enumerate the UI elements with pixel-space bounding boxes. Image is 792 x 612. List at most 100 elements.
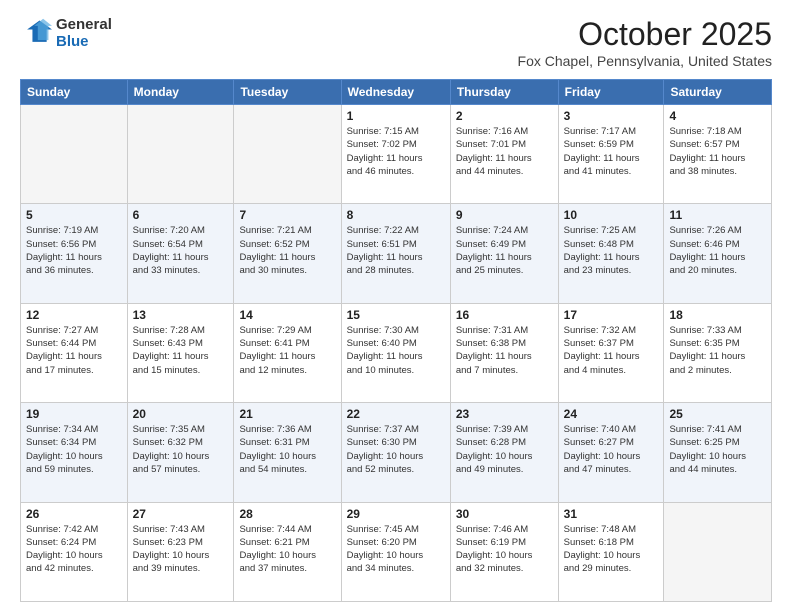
day-number: 13 <box>133 308 229 322</box>
day-info: Sunrise: 7:31 AM Sunset: 6:38 PM Dayligh… <box>456 324 553 377</box>
col-thursday: Thursday <box>450 80 558 105</box>
day-info: Sunrise: 7:46 AM Sunset: 6:19 PM Dayligh… <box>456 523 553 576</box>
calendar-week-row: 19 Sunrise: 7:34 AM Sunset: 6:34 PM Dayli… <box>21 403 772 502</box>
col-friday: Friday <box>558 80 664 105</box>
day-number: 8 <box>347 208 445 222</box>
table-row: 24 Sunrise: 7:40 AM Sunset: 6:27 PM Dayli… <box>558 403 664 502</box>
col-sunday: Sunday <box>21 80 128 105</box>
day-info: Sunrise: 7:15 AM Sunset: 7:02 PM Dayligh… <box>347 125 445 178</box>
table-row: 7Sunrise: 7:21 AM Sunset: 6:52 PM Daylig… <box>234 204 341 303</box>
table-row: 1Sunrise: 7:15 AM Sunset: 7:02 PM Daylig… <box>341 105 450 204</box>
calendar-week-row: 5 Sunrise: 7:19 AM Sunset: 6:56 PM Daylig… <box>21 204 772 303</box>
day-number: 10 <box>564 208 659 222</box>
table-row: 31 Sunrise: 7:48 AM Sunset: 6:18 PM Dayli… <box>558 502 664 601</box>
table-row: 21 Sunrise: 7:36 AM Sunset: 6:31 PM Dayli… <box>234 403 341 502</box>
table-row: 30 Sunrise: 7:46 AM Sunset: 6:19 PM Dayli… <box>450 502 558 601</box>
calendar-table: Sunday Monday Tuesday Wednesday Thursday… <box>20 79 772 602</box>
day-number: 31 <box>564 507 659 521</box>
day-number: 5 <box>26 208 122 222</box>
day-number: 16 <box>456 308 553 322</box>
day-info: Sunrise: 7:33 AM Sunset: 6:35 PM Dayligh… <box>669 324 766 377</box>
table-row: 12 Sunrise: 7:27 AM Sunset: 6:44 PM Dayli… <box>21 303 128 402</box>
day-info: Sunrise: 7:26 AM Sunset: 6:46 PM Dayligh… <box>669 224 766 277</box>
logo-icon <box>20 17 52 49</box>
col-wednesday: Wednesday <box>341 80 450 105</box>
day-number: 21 <box>239 407 335 421</box>
day-info: Sunrise: 7:27 AM Sunset: 6:44 PM Dayligh… <box>26 324 122 377</box>
table-row: 17Sunrise: 7:32 AM Sunset: 6:37 PM Dayli… <box>558 303 664 402</box>
location: Fox Chapel, Pennsylvania, United States <box>518 53 772 69</box>
table-row: 5 Sunrise: 7:19 AM Sunset: 6:56 PM Daylig… <box>21 204 128 303</box>
day-info: Sunrise: 7:40 AM Sunset: 6:27 PM Dayligh… <box>564 423 659 476</box>
table-row: 28Sunrise: 7:44 AM Sunset: 6:21 PM Dayli… <box>234 502 341 601</box>
table-row: 18 Sunrise: 7:33 AM Sunset: 6:35 PM Dayli… <box>664 303 772 402</box>
table-row <box>664 502 772 601</box>
table-row: 19 Sunrise: 7:34 AM Sunset: 6:34 PM Dayli… <box>21 403 128 502</box>
table-row: 25Sunrise: 7:41 AM Sunset: 6:25 PM Dayli… <box>664 403 772 502</box>
day-number: 30 <box>456 507 553 521</box>
table-row: 8 Sunrise: 7:22 AM Sunset: 6:51 PM Daylig… <box>341 204 450 303</box>
day-info: Sunrise: 7:22 AM Sunset: 6:51 PM Dayligh… <box>347 224 445 277</box>
month-title: October 2025 <box>518 16 772 53</box>
table-row: 14Sunrise: 7:29 AM Sunset: 6:41 PM Dayli… <box>234 303 341 402</box>
logo-text: General Blue <box>56 16 112 51</box>
table-row: 15 Sunrise: 7:30 AM Sunset: 6:40 PM Dayli… <box>341 303 450 402</box>
day-number: 12 <box>26 308 122 322</box>
header: General Blue October 2025 Fox Chapel, Pe… <box>20 16 772 69</box>
logo-general: General <box>56 16 112 33</box>
table-row: 3Sunrise: 7:17 AM Sunset: 6:59 PM Daylig… <box>558 105 664 204</box>
table-row <box>21 105 128 204</box>
day-info: Sunrise: 7:17 AM Sunset: 6:59 PM Dayligh… <box>564 125 659 178</box>
day-info: Sunrise: 7:19 AM Sunset: 6:56 PM Dayligh… <box>26 224 122 277</box>
day-number: 4 <box>669 109 766 123</box>
day-number: 18 <box>669 308 766 322</box>
day-number: 17 <box>564 308 659 322</box>
day-info: Sunrise: 7:39 AM Sunset: 6:28 PM Dayligh… <box>456 423 553 476</box>
table-row: 27 Sunrise: 7:43 AM Sunset: 6:23 PM Dayli… <box>127 502 234 601</box>
day-info: Sunrise: 7:41 AM Sunset: 6:25 PM Dayligh… <box>669 423 766 476</box>
day-number: 15 <box>347 308 445 322</box>
day-number: 22 <box>347 407 445 421</box>
day-info: Sunrise: 7:25 AM Sunset: 6:48 PM Dayligh… <box>564 224 659 277</box>
logo-blue: Blue <box>56 33 89 50</box>
day-info: Sunrise: 7:45 AM Sunset: 6:20 PM Dayligh… <box>347 523 445 576</box>
table-row: 13Sunrise: 7:28 AM Sunset: 6:43 PM Dayli… <box>127 303 234 402</box>
table-row: 26Sunrise: 7:42 AM Sunset: 6:24 PM Dayli… <box>21 502 128 601</box>
day-info: Sunrise: 7:16 AM Sunset: 7:01 PM Dayligh… <box>456 125 553 178</box>
table-row: 29 Sunrise: 7:45 AM Sunset: 6:20 PM Dayli… <box>341 502 450 601</box>
title-block: October 2025 Fox Chapel, Pennsylvania, U… <box>518 16 772 69</box>
day-info: Sunrise: 7:20 AM Sunset: 6:54 PM Dayligh… <box>133 224 229 277</box>
table-row: 22 Sunrise: 7:37 AM Sunset: 6:30 PM Dayli… <box>341 403 450 502</box>
day-info: Sunrise: 7:34 AM Sunset: 6:34 PM Dayligh… <box>26 423 122 476</box>
col-saturday: Saturday <box>664 80 772 105</box>
table-row: 2Sunrise: 7:16 AM Sunset: 7:01 PM Daylig… <box>450 105 558 204</box>
day-info: Sunrise: 7:29 AM Sunset: 6:41 PM Dayligh… <box>239 324 335 377</box>
col-monday: Monday <box>127 80 234 105</box>
calendar-week-row: 12 Sunrise: 7:27 AM Sunset: 6:44 PM Dayli… <box>21 303 772 402</box>
calendar-page: General Blue October 2025 Fox Chapel, Pe… <box>0 0 792 612</box>
day-info: Sunrise: 7:42 AM Sunset: 6:24 PM Dayligh… <box>26 523 122 576</box>
table-row: 11 Sunrise: 7:26 AM Sunset: 6:46 PM Dayli… <box>664 204 772 303</box>
day-info: Sunrise: 7:36 AM Sunset: 6:31 PM Dayligh… <box>239 423 335 476</box>
table-row: 10 Sunrise: 7:25 AM Sunset: 6:48 PM Dayli… <box>558 204 664 303</box>
day-number: 9 <box>456 208 553 222</box>
day-info: Sunrise: 7:30 AM Sunset: 6:40 PM Dayligh… <box>347 324 445 377</box>
day-number: 29 <box>347 507 445 521</box>
day-number: 11 <box>669 208 766 222</box>
table-row: 4Sunrise: 7:18 AM Sunset: 6:57 PM Daylig… <box>664 105 772 204</box>
calendar-week-row: 26Sunrise: 7:42 AM Sunset: 6:24 PM Dayli… <box>21 502 772 601</box>
day-info: Sunrise: 7:43 AM Sunset: 6:23 PM Dayligh… <box>133 523 229 576</box>
day-number: 19 <box>26 407 122 421</box>
header-row: Sunday Monday Tuesday Wednesday Thursday… <box>21 80 772 105</box>
day-info: Sunrise: 7:35 AM Sunset: 6:32 PM Dayligh… <box>133 423 229 476</box>
day-number: 24 <box>564 407 659 421</box>
day-info: Sunrise: 7:48 AM Sunset: 6:18 PM Dayligh… <box>564 523 659 576</box>
day-info: Sunrise: 7:44 AM Sunset: 6:21 PM Dayligh… <box>239 523 335 576</box>
day-number: 23 <box>456 407 553 421</box>
calendar-week-row: 1Sunrise: 7:15 AM Sunset: 7:02 PM Daylig… <box>21 105 772 204</box>
logo: General Blue <box>20 16 112 51</box>
day-number: 27 <box>133 507 229 521</box>
table-row: 23 Sunrise: 7:39 AM Sunset: 6:28 PM Dayli… <box>450 403 558 502</box>
day-number: 20 <box>133 407 229 421</box>
day-info: Sunrise: 7:37 AM Sunset: 6:30 PM Dayligh… <box>347 423 445 476</box>
